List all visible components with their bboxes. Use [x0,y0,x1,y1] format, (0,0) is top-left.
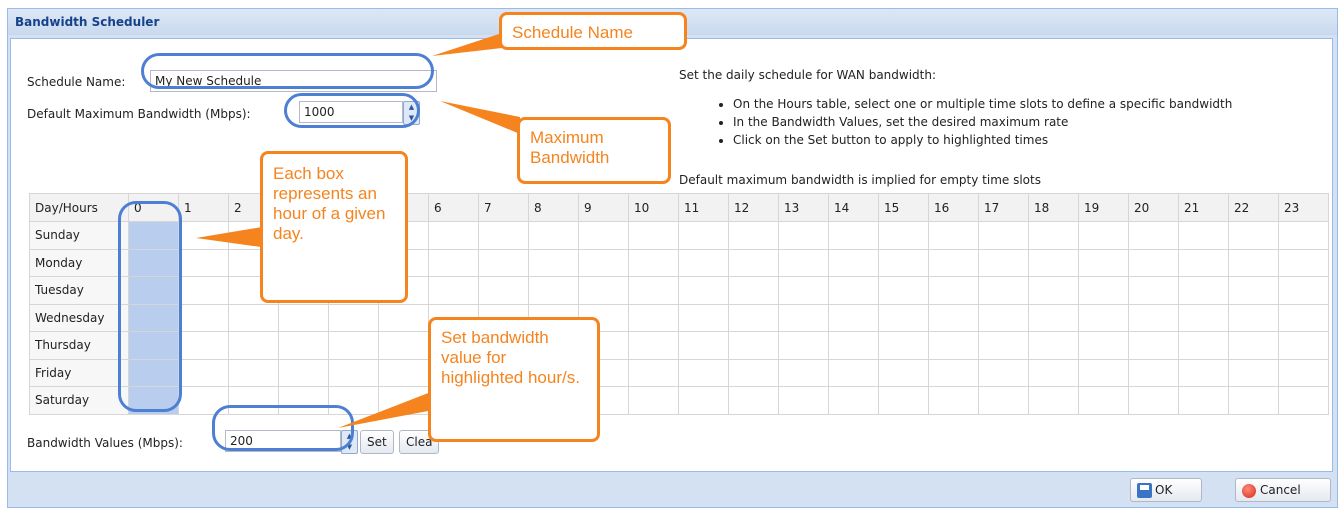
callout-max-bandwidth: Maximum Bandwidth [517,117,671,184]
schedule-name-pointer [432,33,502,56]
each-box-pointer [196,226,268,248]
callout-pointers [196,33,520,428]
callout-each-box: Each box represents an hour of a given d… [260,151,408,303]
max-bandwidth-pointer [440,101,520,134]
callout-schedule-name: Schedule Name [499,12,687,50]
callout-set-bandwidth: Set bandwidth value for highlighted hour… [428,317,600,442]
